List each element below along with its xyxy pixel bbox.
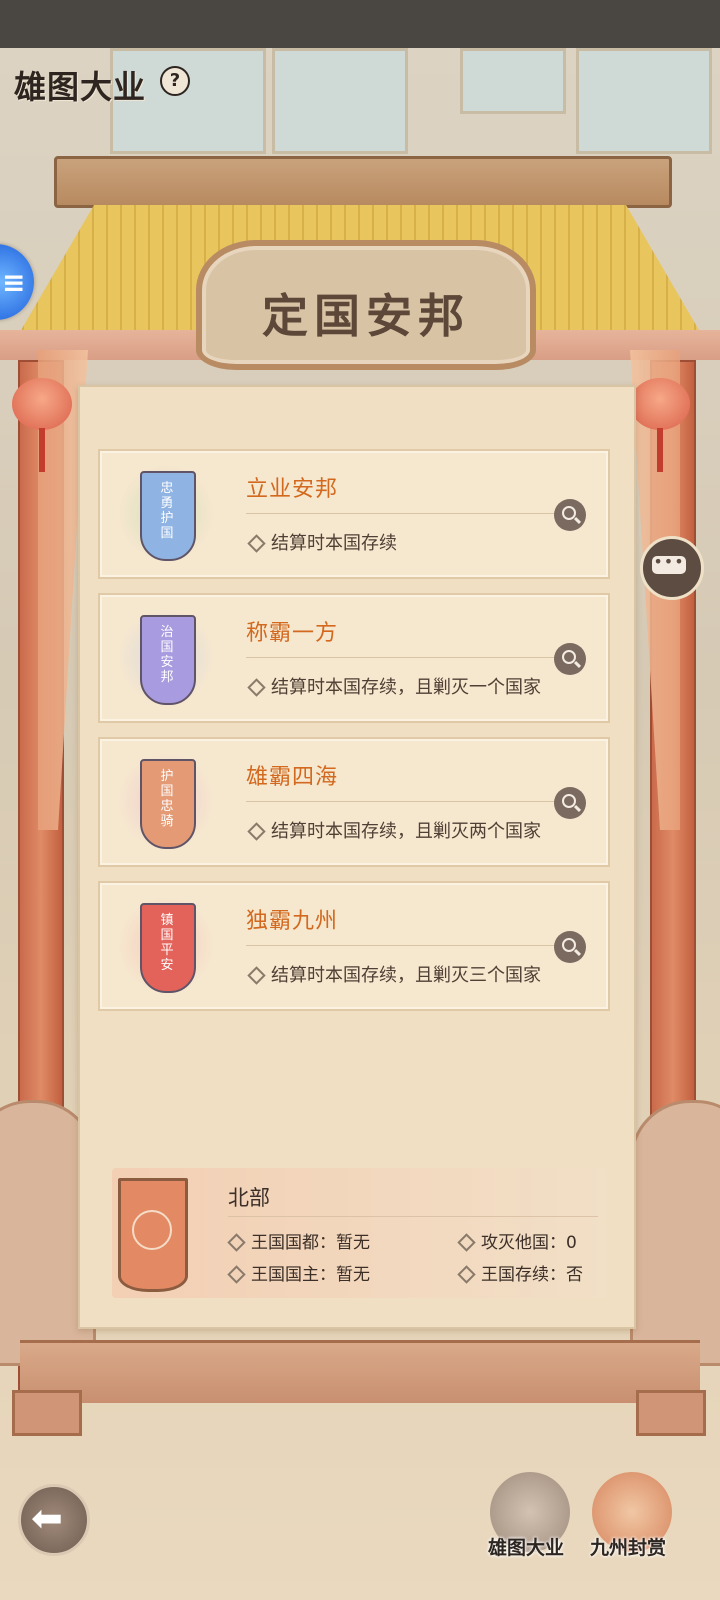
- ruler-info: 王国国主：暂无: [226, 1260, 370, 1285]
- banner-text: 忠勇护国: [160, 481, 174, 541]
- menu-icon: ≡: [2, 266, 26, 299]
- search-icon[interactable]: [554, 499, 586, 531]
- goal-card: 镇国平安 独霸九州 结算时本国存续，且剿灭三个国家: [98, 881, 610, 1011]
- diamond-bullet-icon: [247, 533, 266, 553]
- divider: [246, 513, 576, 514]
- goal-condition-text: 结算时本国存续，且剿灭两个国家: [271, 821, 541, 842]
- survival-info: 王国存续：否: [456, 1260, 583, 1285]
- goal-condition: 结算时本国存续，且剿灭两个国家: [246, 817, 541, 843]
- goal-title: 独霸九州: [246, 909, 339, 934]
- divider: [246, 801, 576, 802]
- banner-text: 治国安邦: [160, 625, 174, 685]
- gate-top-beam: [54, 156, 672, 208]
- gate-floor-beam: [20, 1340, 700, 1403]
- banner-text: 镇国平安: [160, 913, 174, 973]
- capital-text: 王国国都：暂无: [251, 1233, 370, 1253]
- diamond-bullet-icon: [247, 821, 266, 841]
- capital-info: 王国国都：暂无: [226, 1228, 370, 1253]
- dragon-emblem-icon: [132, 1210, 172, 1250]
- page-title: 雄图大业: [14, 68, 147, 106]
- back-button[interactable]: ⬅: [18, 1484, 90, 1556]
- lantern-icon: [630, 378, 690, 430]
- conquered-text: 攻灭他国：0: [481, 1233, 577, 1253]
- back-arrow-icon: ⬅: [31, 1496, 63, 1540]
- goal-condition-text: 结算时本国存续，且剿灭三个国家: [271, 965, 541, 986]
- diamond-bullet-icon: [227, 1264, 246, 1284]
- divider: [228, 1216, 598, 1217]
- goal-title: 立业安邦: [246, 477, 339, 502]
- goal-condition: 结算时本国存续，且剿灭一个国家: [246, 673, 541, 699]
- lantern-icon: [12, 378, 72, 430]
- conquered-info: 攻灭他国：0: [456, 1228, 577, 1253]
- divider: [246, 657, 576, 658]
- lantern-tassel: [657, 428, 663, 472]
- diamond-bullet-icon: [247, 965, 266, 985]
- right-pillar-base: [636, 1390, 706, 1436]
- goal-card: 护国忠骑 雄霸四海 结算时本国存续，且剿灭两个国家: [98, 737, 610, 867]
- goal-card: 治国安邦 称霸一方 结算时本国存续，且剿灭一个国家: [98, 593, 610, 723]
- tab-rewards-label[interactable]: 九州封赏: [590, 1533, 666, 1560]
- help-icon[interactable]: ?: [160, 66, 190, 96]
- status-bar: [0, 0, 720, 48]
- goal-title: 称霸一方: [246, 621, 339, 646]
- survival-text: 王国存续：否: [481, 1265, 583, 1285]
- search-icon[interactable]: [554, 643, 586, 675]
- goal-condition-text: 结算时本国存续: [271, 533, 397, 554]
- left-pillar-base: [12, 1390, 82, 1436]
- search-icon[interactable]: [554, 787, 586, 819]
- background-window: [576, 48, 712, 154]
- divider: [246, 945, 576, 946]
- tab-grand-plan-label[interactable]: 雄图大业: [488, 1533, 564, 1560]
- search-icon[interactable]: [554, 931, 586, 963]
- region-name: 北部: [228, 1186, 270, 1210]
- diamond-bullet-icon: [457, 1232, 476, 1252]
- goal-title: 雄霸四海: [246, 765, 339, 790]
- goal-condition-text: 结算时本国存续，且剿灭一个国家: [271, 677, 541, 698]
- diamond-bullet-icon: [227, 1232, 246, 1252]
- right-arch: [630, 1100, 720, 1366]
- diamond-bullet-icon: [247, 677, 266, 697]
- chat-bubble-icon: •••: [652, 554, 686, 574]
- lantern-tassel: [39, 428, 45, 472]
- chat-button[interactable]: •••: [640, 536, 704, 600]
- diamond-bullet-icon: [457, 1264, 476, 1284]
- background-window: [460, 48, 566, 114]
- goal-condition: 结算时本国存续: [246, 529, 397, 555]
- goal-card: 忠勇护国 立业安邦 结算时本国存续: [98, 449, 610, 579]
- background-window: [272, 48, 408, 154]
- goal-condition: 结算时本国存续，且剿灭三个国家: [246, 961, 541, 987]
- ruler-text: 王国国主：暂无: [251, 1265, 370, 1285]
- gate-plaque-text: 定国安邦: [262, 289, 470, 343]
- banner-text: 护国忠骑: [160, 769, 174, 829]
